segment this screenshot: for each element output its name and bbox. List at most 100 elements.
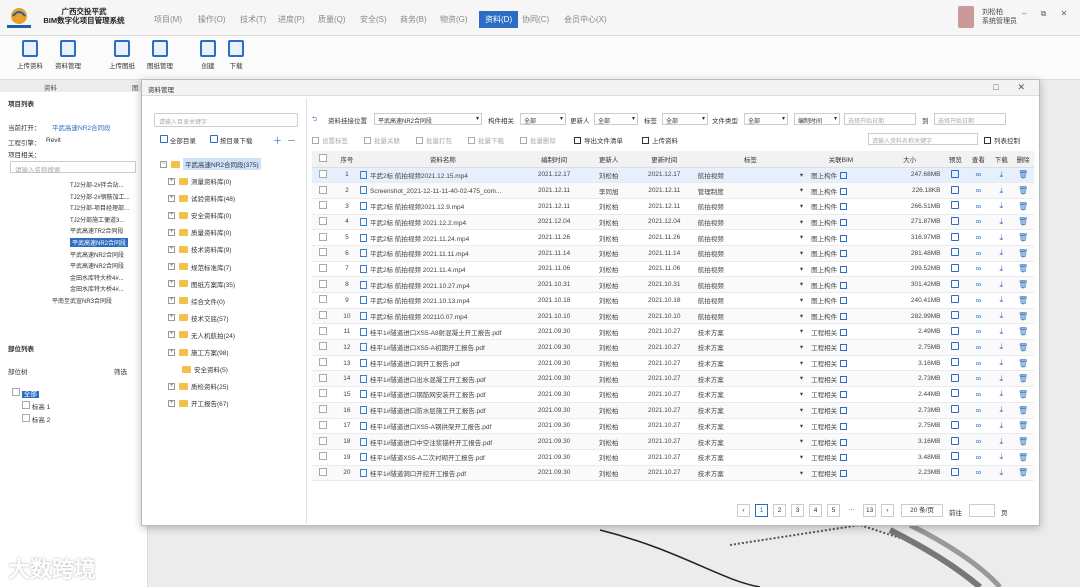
view-icon[interactable]: ∞ — [975, 421, 981, 430]
col-updated[interactable]: 更新时间 — [634, 151, 694, 168]
row-delete[interactable]: 🗑 — [1012, 465, 1034, 482]
link-icon[interactable] — [840, 360, 848, 368]
row-delete[interactable]: 🗑 — [1012, 449, 1034, 466]
row-name[interactable]: 桂平1#隧道进口XS5-A初期开工报告.pdf — [359, 339, 526, 356]
row-bim[interactable]: 图上构件 — [807, 229, 875, 246]
row-checkbox[interactable] — [312, 370, 334, 388]
delete-icon[interactable]: 🗑 — [1018, 280, 1028, 289]
checkbox[interactable] — [318, 185, 327, 194]
row-view[interactable]: ∞ — [966, 292, 991, 309]
row-preview[interactable] — [944, 355, 967, 372]
table-row[interactable]: 2 Screenshot_2021-12-11-11-40-02-475_com.… — [312, 182, 1034, 199]
checkbox[interactable] — [318, 201, 327, 210]
row-name[interactable]: 平武2标 航拍视频2021.12.9.mp4 — [359, 198, 526, 215]
row-view[interactable]: ∞ — [966, 465, 991, 482]
view-icon[interactable]: ∞ — [975, 390, 981, 399]
row-preview[interactable] — [944, 386, 967, 403]
view-icon[interactable]: ∞ — [975, 296, 981, 305]
table-row[interactable]: 7 平武2标 航拍视频 2021.11.4.mp4 2021.11.06 刘松柏 202… — [312, 261, 1034, 278]
row-name[interactable]: 桂平1#隧道进口XS5-A钢拱架开工报告.pdf — [359, 418, 526, 435]
row-bim[interactable]: 图上构件 — [807, 198, 875, 215]
page-button[interactable]: 4 — [809, 504, 822, 517]
row-tag[interactable]: 航拍视频 — [693, 292, 808, 309]
preview-icon[interactable] — [951, 185, 960, 194]
menu-item[interactable]: 资料(D) — [479, 11, 519, 28]
delete-icon[interactable]: 🗑 — [1018, 186, 1028, 195]
project-tree-item[interactable]: 金田水库特大桥4#... — [70, 273, 124, 282]
time-select[interactable]: 编制时间 — [794, 113, 840, 125]
checkbox[interactable] — [318, 452, 327, 461]
view-icon[interactable]: ∞ — [975, 327, 981, 336]
table-row[interactable]: 16 桂平1#隧道进口防水层施工开工报告.pdf 2021.09.30 刘松柏 2021… — [312, 402, 1034, 419]
row-download[interactable]: ⤓ — [990, 198, 1013, 215]
table-row[interactable]: 13 桂平1#隧道进口洞开工报告.pdf 2021.09.30 刘松柏 2021.10.… — [312, 355, 1034, 372]
row-name[interactable]: 平武2标 航拍视频 2021.10.27.mp4 — [359, 276, 526, 293]
delete-icon[interactable]: 🗑 — [1018, 343, 1028, 352]
row-bim[interactable]: 工程相关 — [807, 449, 875, 466]
filter-button[interactable]: 筛选 — [114, 366, 127, 376]
row-name[interactable]: 平武2标 航拍视频 2021.11.24.mp4 — [359, 229, 526, 246]
download-icon[interactable]: ⤓ — [999, 248, 1003, 257]
row-download[interactable]: ⤓ — [990, 308, 1013, 325]
row-name[interactable]: 平武2标 航拍视频 202110.07.mp4 — [359, 308, 526, 325]
checkbox[interactable] — [318, 326, 327, 335]
row-download[interactable]: ⤓ — [990, 323, 1013, 341]
expand-icon[interactable]: + — [168, 263, 175, 270]
view-icon[interactable]: ∞ — [975, 186, 981, 195]
table-row[interactable]: 10 平武2标 航拍视频 202110.07.mp4 2021.10.10 刘松柏 20… — [312, 308, 1034, 325]
download-icon[interactable]: ⤓ — [999, 327, 1003, 336]
start-date-input[interactable]: 选择开始日期 — [844, 113, 916, 125]
row-bim[interactable]: 图上构件 — [807, 308, 875, 325]
menu-item[interactable]: 会员中心(X) — [564, 14, 607, 25]
row-view[interactable]: ∞ — [966, 167, 991, 184]
view-icon[interactable]: ∞ — [975, 343, 981, 352]
row-checkbox[interactable] — [312, 308, 334, 325]
row-name[interactable]: 平武2标 航拍视频 2021.12.2.mp4 — [359, 214, 526, 231]
row-bim[interactable]: 图上构件 — [807, 292, 875, 309]
link-icon[interactable] — [840, 297, 848, 305]
page-size-select[interactable]: 20 条/页 — [901, 504, 943, 517]
delete-icon[interactable]: 🗑 — [1018, 233, 1028, 242]
folder-search-input[interactable]: 请输入目录关键字 — [154, 113, 298, 127]
row-bim[interactable]: 图上构件 — [807, 245, 875, 262]
ribbon-button[interactable]: 下载 — [218, 40, 254, 70]
ribbon-button[interactable]: 上传资料 — [12, 40, 48, 70]
row-preview[interactable] — [944, 418, 967, 435]
uploader-select[interactable]: 全部 — [594, 113, 638, 125]
back-icon[interactable]: ⮌ — [312, 115, 317, 126]
delete-icon[interactable]: 🗑 — [1018, 437, 1028, 446]
row-preview[interactable] — [944, 167, 967, 184]
preview-icon[interactable] — [951, 232, 960, 241]
checkbox[interactable] — [318, 169, 327, 178]
page-button[interactable]: 3 — [791, 504, 804, 517]
row-checkbox[interactable] — [312, 418, 334, 435]
row-delete[interactable]: 🗑 — [1012, 229, 1034, 246]
project-tree-item[interactable]: 金田水库特大桥4#... — [70, 284, 124, 293]
download-icon[interactable]: ⤓ — [999, 311, 1003, 320]
position-select[interactable]: 平武高速NR2合同段 — [374, 113, 482, 125]
view-icon[interactable]: ∞ — [975, 264, 981, 273]
row-view[interactable]: ∞ — [966, 355, 991, 372]
row-name[interactable]: 桂平1#隧道进口防水层施工开工报告.pdf — [359, 402, 526, 419]
link-icon[interactable] — [840, 234, 848, 242]
checkbox[interactable] — [318, 342, 327, 351]
row-name[interactable]: 桂平1#隧道洞口开挖开工报告.pdf — [359, 465, 526, 482]
row-bim[interactable]: 工程相关 — [807, 339, 875, 356]
file-type-select[interactable]: 全部 — [744, 113, 788, 125]
preview-icon[interactable] — [951, 405, 960, 414]
checkbox[interactable] — [318, 295, 327, 304]
link-icon[interactable] — [840, 438, 848, 446]
tree-folder[interactable]: + 技术资料库(9) — [168, 244, 231, 254]
delete-icon[interactable]: 🗑 — [1018, 374, 1028, 383]
checkbox[interactable] — [318, 467, 327, 476]
delete-icon[interactable]: 🗑 — [1018, 264, 1028, 273]
download-icon[interactable]: ⤓ — [999, 233, 1003, 242]
preview-icon[interactable] — [951, 420, 960, 429]
row-delete[interactable]: 🗑 — [1012, 355, 1034, 372]
expand-icon[interactable]: + — [168, 280, 175, 288]
row-view[interactable]: ∞ — [966, 198, 991, 215]
project-tree-item[interactable]: TJ2分部-项目经理部... — [70, 203, 129, 212]
checkbox[interactable] — [318, 358, 327, 367]
row-download[interactable]: ⤓ — [990, 402, 1013, 419]
row-checkbox[interactable] — [312, 182, 334, 199]
